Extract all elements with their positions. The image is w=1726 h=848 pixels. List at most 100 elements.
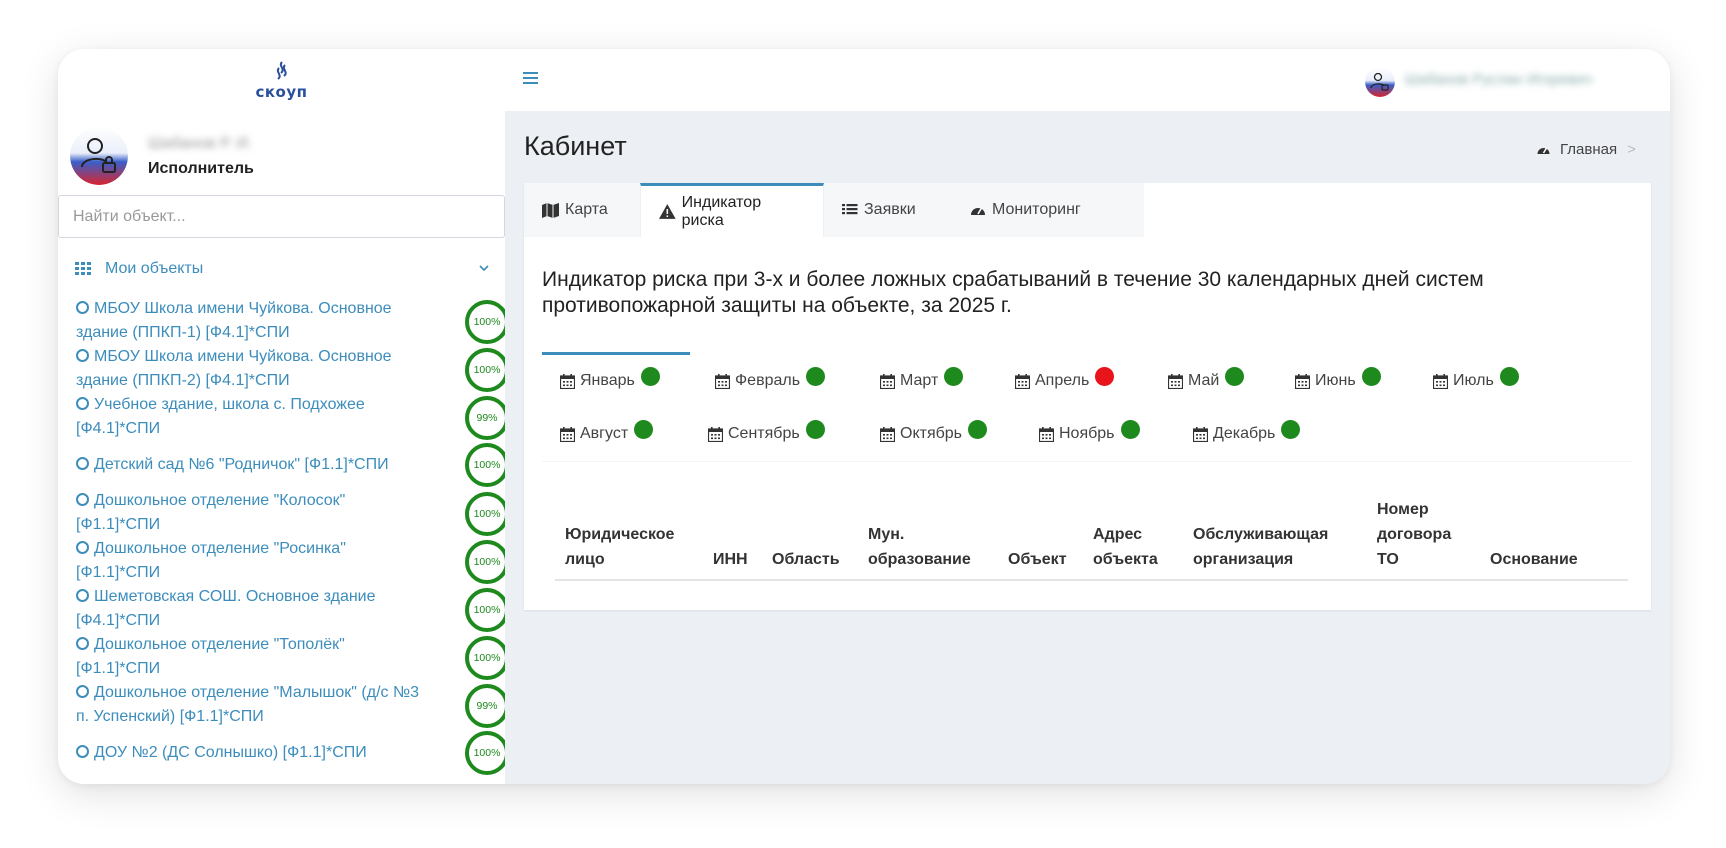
month-tab-9[interactable]: Октябрь: [880, 419, 988, 443]
warning-icon: [659, 204, 676, 219]
month-tab-7[interactable]: Август: [560, 419, 654, 443]
progress-gauge: 100%: [465, 588, 505, 632]
progress-gauge: 100%: [465, 731, 505, 775]
object-name[interactable]: Детский сад №6 "Родничок" [Ф1.1]*СПИ: [94, 456, 389, 473]
progress-gauge: 100%: [465, 636, 505, 680]
object-name[interactable]: Дошкольное отделение "Росинка" [Ф1.1]*СП…: [76, 540, 346, 581]
month-tab-0[interactable]: Январь: [560, 366, 660, 390]
status-dot: [944, 366, 964, 386]
table-header-region[interactable]: Область: [772, 547, 840, 572]
tab-map[interactable]: Карта: [524, 183, 640, 237]
hamburger-menu-icon[interactable]: [523, 71, 539, 85]
object-name[interactable]: Дошкольное отделение "Колосок" [Ф1.1]*СП…: [76, 492, 345, 533]
calendar-icon: [1168, 373, 1183, 389]
breadcrumb-home[interactable]: Главная: [1560, 141, 1617, 158]
object-name[interactable]: ДОУ №2 (ДС Солнышко) [Ф1.1]*СПИ: [94, 744, 367, 761]
month-label: Октябрь: [900, 425, 963, 442]
object-name[interactable]: Учебное здание, школа с. Подхожее [Ф4.1]…: [76, 396, 365, 437]
object-name[interactable]: Дошкольное отделение "Тополёк" [Ф1.1]*СП…: [76, 636, 345, 677]
chevron-down-icon[interactable]: [478, 262, 490, 274]
search-input[interactable]: [58, 195, 505, 238]
month-label: Июнь: [1315, 372, 1356, 389]
circle-icon: [76, 493, 89, 506]
month-tab-1[interactable]: Февраль: [715, 366, 826, 390]
table-header-basis[interactable]: Основание: [1490, 547, 1578, 572]
object-name[interactable]: МБОУ Школа имени Чуйкова. Основное здани…: [76, 348, 392, 389]
my-objects-menu[interactable]: Мои объекты: [75, 249, 490, 289]
table-header-service-org[interactable]: Обслуживающая организация: [1193, 522, 1353, 572]
table-header-municipality[interactable]: Мун. образование: [868, 522, 988, 572]
month-label: Март: [900, 372, 939, 389]
circle-icon: [76, 637, 89, 650]
month-label: Февраль: [735, 372, 801, 389]
app-window: скоуп Шабанов Р. И. Исполнитель Найти об…: [58, 49, 1670, 784]
tabs: Карта Индикатор риска Заявки Мониторинг: [524, 183, 1651, 237]
status-dot: [1499, 366, 1519, 386]
user-lock-icon: [70, 127, 128, 185]
circle-icon: [76, 745, 89, 758]
risk-indicator-title: Индикатор риска при 3-х и более ложных с…: [542, 268, 1484, 317]
circle-icon: [76, 397, 89, 410]
month-tab-11[interactable]: Декабрь: [1193, 419, 1301, 443]
month-tab-5[interactable]: Июнь: [1295, 366, 1381, 390]
month-tab-2[interactable]: Март: [880, 366, 964, 390]
table-header-contract-number[interactable]: Номер договора ТО: [1377, 497, 1457, 572]
main-panel: Карта Индикатор риска Заявки Мониторинг …: [524, 183, 1651, 610]
my-objects-label: Мои объекты: [105, 260, 204, 277]
status-dot: [1095, 366, 1115, 386]
month-label: Май: [1188, 372, 1220, 389]
table-header-object-address[interactable]: Адрес объекта: [1093, 522, 1173, 572]
table-header-object[interactable]: Объект: [1008, 547, 1067, 572]
user-avatar-small[interactable]: [1365, 67, 1395, 97]
map-icon: [542, 202, 559, 218]
month-label: Ноябрь: [1059, 425, 1115, 442]
status-dot: [1361, 366, 1381, 386]
breadcrumb-separator: >: [1627, 141, 1636, 158]
avatar: [70, 127, 128, 185]
status-dot: [634, 419, 654, 439]
calendar-icon: [1433, 373, 1448, 389]
list-icon: [842, 204, 858, 215]
dashboard-icon: [1537, 147, 1550, 154]
progress-gauge: 99%: [465, 684, 505, 728]
month-tab-3[interactable]: Апрель: [1015, 366, 1115, 390]
topbar-user-name[interactable]: Шабанов Руслан Игоревич: [1405, 71, 1592, 88]
circle-icon: [76, 301, 89, 314]
status-dot: [806, 366, 826, 386]
user-lock-icon: [1365, 67, 1395, 97]
table-header-inn[interactable]: ИНН: [713, 547, 748, 572]
calendar-icon: [708, 426, 723, 442]
topbar: Шабанов Руслан Игоревич: [505, 49, 1670, 111]
breadcrumb: Главная >: [1536, 141, 1636, 158]
month-tab-8[interactable]: Сентябрь: [708, 419, 825, 443]
status-dot: [968, 419, 988, 439]
status-dot: [1225, 366, 1245, 386]
month-tab-10[interactable]: Ноябрь: [1039, 419, 1140, 443]
object-name[interactable]: МБОУ Школа имени Чуйкова. Основное здани…: [76, 300, 392, 341]
circle-icon: [76, 589, 89, 602]
month-label: Январь: [580, 372, 635, 389]
progress-gauge: 100%: [465, 492, 505, 536]
user-role: Исполнитель: [148, 160, 254, 177]
user-name: Шабанов Р. И.: [148, 135, 253, 152]
month-tab-6[interactable]: Июль: [1433, 366, 1519, 390]
status-dot: [1281, 419, 1301, 439]
month-label: Сентябрь: [728, 425, 800, 442]
month-tab-4[interactable]: Май: [1168, 366, 1245, 390]
dashboard-icon: [971, 207, 985, 215]
table-header-legal-entity[interactable]: Юридическое лицо: [565, 522, 695, 572]
logo-flame-icon: [276, 60, 287, 80]
tab-risk-indicator[interactable]: Индикатор риска: [640, 183, 824, 237]
object-name[interactable]: Шеметовская СОШ. Основное здание [Ф4.1]*…: [76, 588, 376, 629]
month-label: Декабрь: [1213, 425, 1276, 442]
user-panel: Шабанов Р. И. Исполнитель: [70, 127, 490, 187]
circle-icon: [76, 541, 89, 554]
tab-monitoring[interactable]: Мониторинг: [952, 183, 1122, 237]
logo[interactable]: скоуп: [58, 49, 505, 111]
month-label: Апрель: [1035, 372, 1090, 389]
object-name[interactable]: Дошкольное отделение "Малышок" (д/с №3 п…: [76, 684, 419, 725]
tab-requests[interactable]: Заявки: [824, 183, 952, 237]
circle-icon: [76, 685, 89, 698]
status-dot: [640, 366, 660, 386]
results-table: Юридическое лицо ИНН Область Мун. образо…: [542, 461, 1632, 601]
